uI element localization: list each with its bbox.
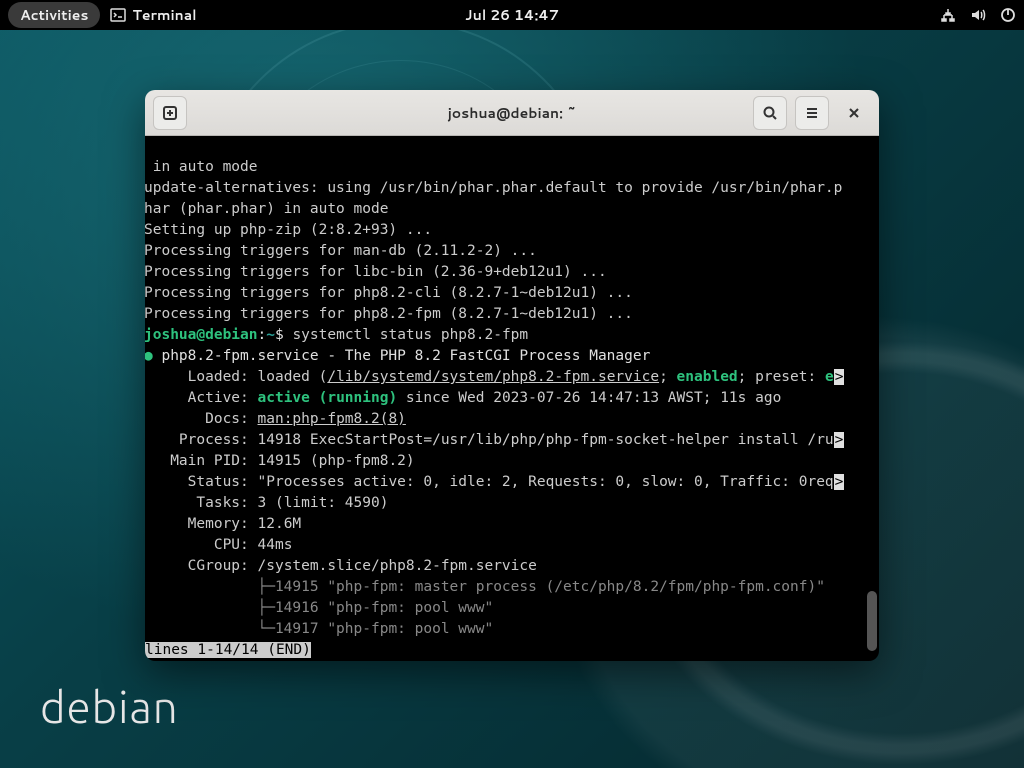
window-title: joshua@debian: ~ — [448, 103, 577, 123]
cgroup-tree-item: ├─14915 "php-fpm: master process (/etc/p… — [145, 579, 833, 595]
network-icon[interactable] — [940, 7, 956, 23]
status-tasks: Tasks: 3 (limit: 4590) — [145, 495, 396, 511]
output-line: Processing triggers for man-db (2.11.2-2… — [145, 243, 545, 259]
window-titlebar[interactable]: joshua@debian: ~ — [145, 90, 879, 136]
status-cgroup: CGroup: /system.slice/php8.2-fpm.service — [145, 558, 545, 574]
status-header: ● php8.2-fpm.service - The PHP 8.2 FastC… — [145, 348, 658, 364]
output-line: Processing triggers for libc-bin (2.36-9… — [145, 264, 615, 280]
close-button[interactable] — [837, 96, 871, 130]
terminal-viewport[interactable]: in auto mode update-alternatives: using … — [145, 136, 879, 661]
status-cpu: CPU: 44ms — [145, 537, 300, 553]
new-tab-button[interactable] — [153, 96, 187, 130]
status-active: Active: active (running) since Wed 2023-… — [145, 390, 789, 406]
power-icon[interactable] — [1000, 7, 1016, 23]
terminal-icon — [110, 7, 126, 23]
volume-icon[interactable] — [970, 7, 986, 23]
status-mainpid: Main PID: 14915 (php-fpm8.2) — [145, 453, 423, 469]
hamburger-icon — [804, 105, 820, 121]
close-icon — [846, 105, 862, 121]
plus-icon — [162, 105, 178, 121]
debian-logo: debian — [40, 683, 179, 732]
status-docs: Docs: man:php-fpm8.2(8) — [145, 411, 414, 427]
command-text: systemctl status php8.2-fpm — [292, 327, 528, 343]
search-button[interactable] — [753, 96, 787, 130]
gnome-topbar: Activities Terminal Jul 26 14:47 — [0, 0, 1024, 30]
output-line: Processing triggers for php8.2-fpm (8.2.… — [145, 306, 641, 322]
cgroup-tree-item: ├─14916 "php-fpm: pool www" — [145, 600, 501, 616]
output-line: har (phar.phar) in auto mode — [145, 201, 396, 217]
status-loaded: Loaded: loaded (/lib/systemd/system/php8… — [145, 369, 852, 385]
output-line: update-alternatives: using /usr/bin/phar… — [145, 180, 850, 196]
search-icon — [762, 105, 778, 121]
menu-button[interactable] — [795, 96, 829, 130]
clock[interactable]: Jul 26 14:47 — [465, 5, 559, 25]
status-statusfield: Status: "Processes active: 0, idle: 2, R… — [145, 474, 852, 490]
app-menu-label: Terminal — [132, 5, 196, 25]
output-line: Processing triggers for php8.2-cli (8.2.… — [145, 285, 641, 301]
activities-button[interactable]: Activities — [8, 2, 100, 28]
output-line: Setting up php-zip (2:8.2+93) ... — [145, 222, 440, 238]
output-line: in auto mode — [145, 159, 266, 175]
status-memory: Memory: 12.6M — [145, 516, 309, 532]
scrollbar-thumb[interactable] — [867, 591, 877, 651]
pager-status: lines 1-14/14 (END) — [145, 642, 311, 658]
terminal-window: joshua@debian: ~ in auto mode update-alt… — [145, 90, 879, 661]
app-menu[interactable]: Terminal — [110, 5, 196, 25]
prompt-line: joshua@debian:~$ systemctl status php8.2… — [145, 327, 536, 343]
status-process: Process: 14918 ExecStartPost=/usr/lib/ph… — [145, 432, 852, 448]
cgroup-tree-item: └─14917 "php-fpm: pool www" — [145, 621, 501, 637]
